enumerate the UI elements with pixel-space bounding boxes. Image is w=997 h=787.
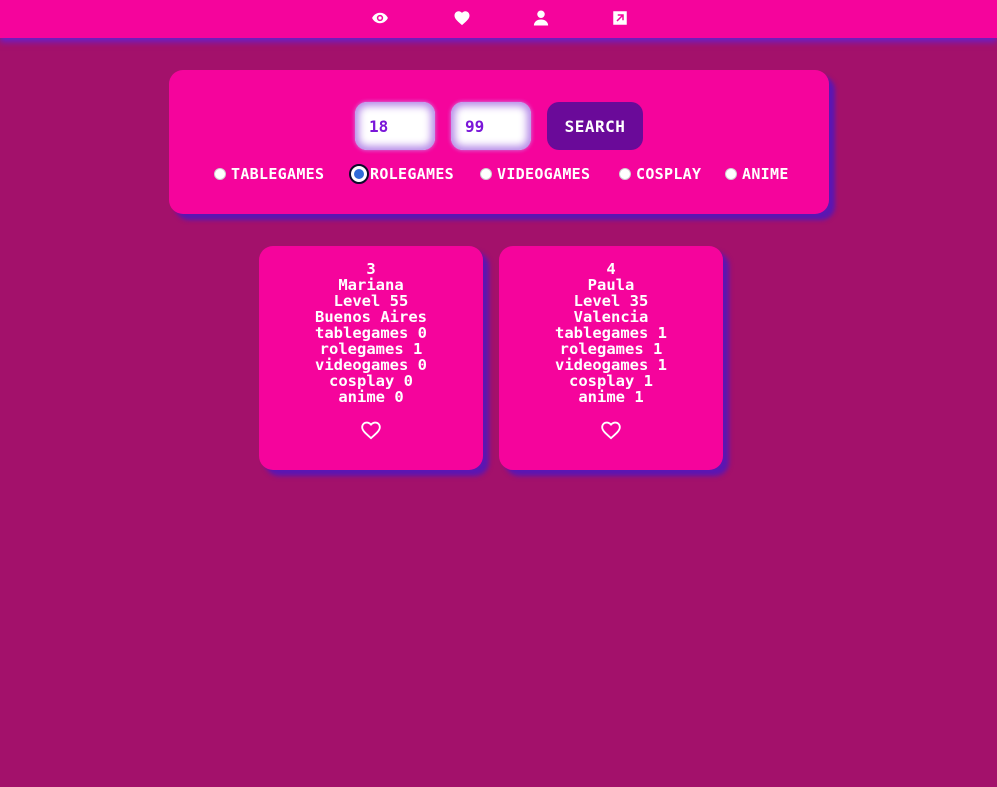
user-anime: anime 0	[338, 388, 404, 406]
user-card: 3 Mariana Level 55 Buenos Aires tablegam…	[259, 246, 483, 470]
radio-videogames[interactable]: VIDEOGAMES	[480, 164, 590, 184]
radio-label: TABLEGAMES	[231, 165, 325, 183]
user-icon[interactable]	[531, 9, 551, 27]
top-nav-bar	[0, 0, 997, 38]
user-card: 4 Paula Level 35 Valencia tablegames 1 r…	[499, 246, 723, 470]
heart-icon[interactable]	[452, 9, 472, 27]
min-age-input[interactable]	[355, 102, 435, 150]
radio-tablegames[interactable]: TABLEGAMES	[214, 164, 324, 184]
radio-button[interactable]	[619, 168, 631, 180]
search-panel: SEARCH TABLEGAMES ROLEGAMES VIDEOGAMES C…	[169, 70, 829, 214]
radio-anime[interactable]: ANIME	[725, 164, 789, 184]
like-heart-icon[interactable]	[600, 420, 622, 440]
user-cosplay: cosplay 0	[329, 372, 413, 390]
category-radio-group: TABLEGAMES ROLEGAMES VIDEOGAMES COSPLAY …	[169, 164, 829, 184]
like-heart-icon[interactable]	[360, 420, 382, 440]
radio-label: COSPLAY	[636, 165, 702, 183]
user-id: 3	[366, 260, 376, 278]
user-name: Mariana	[338, 276, 404, 294]
user-city: Buenos Aires	[315, 308, 427, 326]
max-age-input[interactable]	[451, 102, 531, 150]
radio-label: ANIME	[742, 165, 789, 183]
search-button[interactable]: SEARCH	[547, 102, 643, 150]
user-level: Level 55	[333, 292, 409, 310]
external-link-icon[interactable]	[610, 9, 630, 27]
radio-rolegames[interactable]: ROLEGAMES	[349, 164, 454, 184]
user-videogames: videogames 0	[315, 356, 427, 374]
user-id: 4	[606, 260, 616, 278]
radio-label: VIDEOGAMES	[497, 165, 591, 183]
radio-cosplay[interactable]: COSPLAY	[619, 164, 701, 184]
user-anime: anime 1	[578, 388, 644, 406]
radio-label: ROLEGAMES	[370, 165, 454, 183]
user-rolegames: rolegames 1	[559, 340, 663, 358]
user-city: Valencia	[573, 308, 649, 326]
user-cosplay: cosplay 1	[569, 372, 653, 390]
radio-button-selected[interactable]	[349, 164, 369, 184]
radio-button[interactable]	[480, 168, 492, 180]
user-videogames: videogames 1	[555, 356, 667, 374]
radio-button[interactable]	[214, 168, 226, 180]
user-name: Paula	[587, 276, 635, 294]
user-rolegames: rolegames 1	[319, 340, 423, 358]
user-level: Level 35	[573, 292, 649, 310]
user-tablegames: tablegames 1	[555, 324, 667, 342]
user-tablegames: tablegames 0	[315, 324, 427, 342]
eye-icon[interactable]	[370, 9, 390, 27]
radio-button[interactable]	[725, 168, 737, 180]
